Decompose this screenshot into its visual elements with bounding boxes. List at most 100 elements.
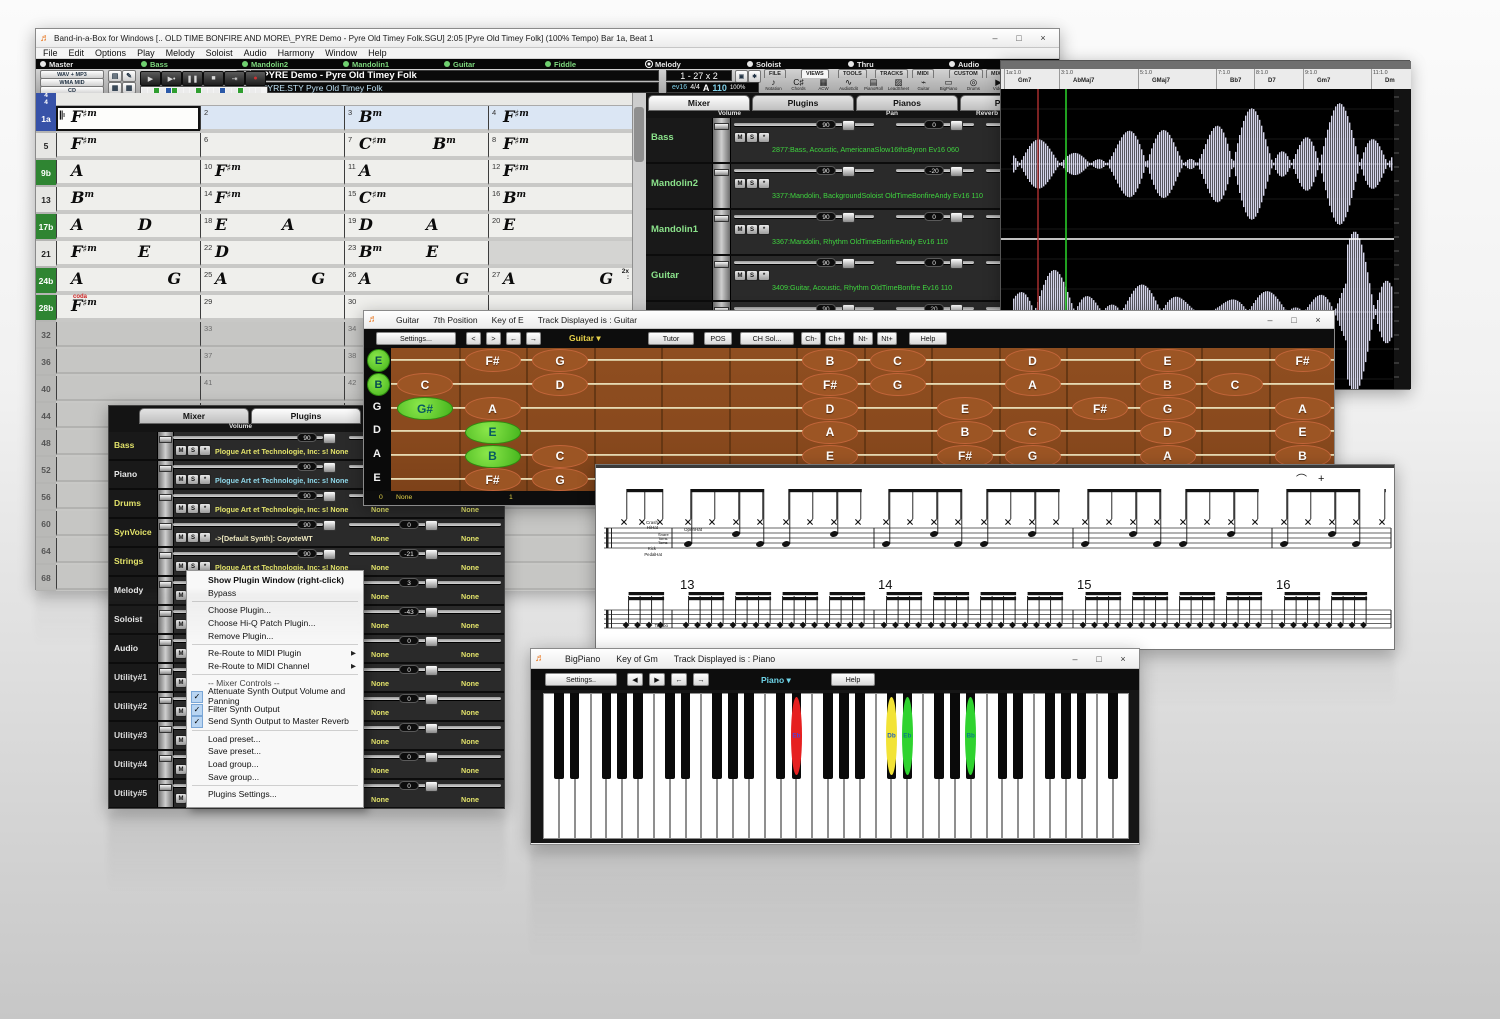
nav-button[interactable]: → [526,332,541,345]
black-key[interactable] [633,693,643,779]
chord-cell[interactable]: AD [56,214,200,239]
plugin-slot-2[interactable]: None [371,650,389,659]
volume-slider-handle[interactable] [323,491,336,502]
menu-audio[interactable]: Audio [244,48,267,58]
chord-cell[interactable]: 29 [200,295,344,320]
fader-handle[interactable] [159,581,172,588]
menu-options[interactable]: Options [95,48,126,58]
nav-button[interactable]: ▶ [649,673,665,686]
mixer-track-name[interactable]: Mandolin2 [646,164,712,208]
black-key[interactable] [1108,693,1118,779]
pause-button[interactable]: ❚❚ [182,71,203,86]
nt--button[interactable]: Nt- [853,332,873,345]
ribbon-tab-custom[interactable]: CUSTOM [949,69,983,78]
menu-item[interactable]: Re-Route to MIDI Plugin▶ [187,647,363,660]
minimize-icon[interactable]: – [983,29,1007,47]
fret-note-fs[interactable]: F# [465,468,521,491]
plugin-slot-2[interactable]: None [371,795,389,804]
chord-symbol[interactable]: D [215,242,229,262]
fret-note-d[interactable]: D [1005,349,1061,372]
chord-cell[interactable]: codaF♯m [56,295,200,320]
fret-note-c[interactable]: C [870,349,926,372]
pan-slider-handle[interactable] [950,212,963,223]
volume-slider-handle[interactable] [842,120,855,131]
highlighted-key-eb[interactable]: Eb [791,697,802,775]
menu-item[interactable]: Bypass [187,587,363,600]
chord-symbol[interactable]: A [71,161,83,181]
track-fader[interactable] [157,490,174,517]
chord-cell[interactable]: 15C♯m [344,187,488,212]
bar-row-label[interactable]: 1a [36,106,56,133]
track-fader[interactable] [157,664,174,691]
black-key[interactable] [744,693,754,779]
menu-help[interactable]: Help [368,48,387,58]
freeze-button[interactable]: * [758,178,770,189]
bar-row-label[interactable]: 24b [36,268,56,295]
nav-button[interactable]: ◀ [627,673,643,686]
plugin-slot-1[interactable]: Plogue Art et Technologie, Inc: s! None [215,505,348,514]
tutor-button[interactable]: Tutor [648,332,694,345]
pan-slider-handle[interactable] [425,636,438,647]
play-jukebox-button[interactable]: ▶• [161,71,182,86]
chord-cell[interactable]: A [56,160,200,185]
pan-slider-handle[interactable] [425,694,438,705]
bar-row-label[interactable]: 44 [36,403,56,430]
fret-note-gs[interactable]: G# [397,397,453,420]
plugin-track-name[interactable]: Utility#2 [109,693,157,720]
mixer-track-guitar[interactable]: GuitarMS*9003409:Guitar, Acoustic, Rhyth… [646,256,1061,302]
black-key[interactable] [665,693,675,779]
chord-cell[interactable]: 26AG [344,268,488,293]
mixer-track-name[interactable]: Guitar [646,256,712,300]
chord-symbol[interactable]: F♯m [71,134,97,154]
mute-button[interactable]: M [175,532,187,543]
fader-handle[interactable] [159,436,172,443]
menu-item[interactable]: Save group... [187,770,363,783]
black-key[interactable] [1061,693,1071,779]
chord-symbol[interactable]: E [138,242,150,262]
fret-note-c[interactable]: C [397,373,453,396]
plugin-track-synvoice[interactable]: SynVoice900MS*->[Default Synth]: CoyoteW… [109,519,505,548]
plugin-slot-3[interactable]: None [461,650,479,659]
volume-slider-handle[interactable] [323,462,336,473]
bar-row-label[interactable]: 40 [36,376,56,403]
bar-row-label[interactable]: 64 [36,538,56,565]
pan-slider-handle[interactable] [425,752,438,763]
fret-note-fs[interactable]: F# [465,349,521,372]
menu-play[interactable]: Play [137,48,155,58]
pan-slider-handle[interactable] [425,665,438,676]
ch-sol--button[interactable]: CH Sol... [740,332,794,345]
track-button-mandolin1[interactable]: Mandolin1 [343,60,444,69]
plugin-slot-2[interactable]: None [371,737,389,746]
freeze-button[interactable]: * [199,503,211,514]
nav-button[interactable]: > [486,332,501,345]
chord-cell[interactable]: 37 [200,349,344,374]
chord-symbol[interactable]: E [426,242,438,262]
fret-note-a[interactable]: A [1005,373,1061,396]
track-button-thru[interactable]: Thru [848,60,949,69]
fret-note-fs[interactable]: F# [1275,349,1331,372]
plugin-slot-1[interactable]: ->[Default Synth]: CoyoteWT [215,534,313,543]
pan-slider-handle[interactable] [950,258,963,269]
track-button-mandolin2[interactable]: Mandolin2 [242,60,343,69]
track-fader[interactable] [712,256,731,300]
chord-cell[interactable]: 8F♯m [488,133,632,158]
bar-row-label[interactable]: 68 [36,565,56,591]
maximize-icon[interactable]: □ [1282,311,1306,328]
menu-file[interactable]: File [43,48,58,58]
fret-note-a[interactable]: A [465,397,521,420]
maximize-icon[interactable]: □ [1087,649,1111,668]
chord-cell[interactable]: 6 [200,133,344,158]
black-key[interactable] [728,693,738,779]
chord-cell[interactable]: 272x:AG [488,268,632,293]
chord-cell[interactable]: 18EA [200,214,344,239]
black-key[interactable] [681,693,691,779]
fret-note-e[interactable]: E [1140,349,1196,372]
chord-cell[interactable]: AG [56,268,200,293]
plugins-tab-mixer[interactable]: Mixer [139,408,249,424]
freeze-button[interactable]: * [758,270,770,281]
plugins-tab-plugins[interactable]: Plugins [251,408,361,424]
fader-handle[interactable] [159,726,172,733]
fader-handle[interactable] [714,123,729,130]
chord-cell[interactable]: 16Bm [488,187,632,212]
close-icon[interactable]: × [1111,649,1135,668]
